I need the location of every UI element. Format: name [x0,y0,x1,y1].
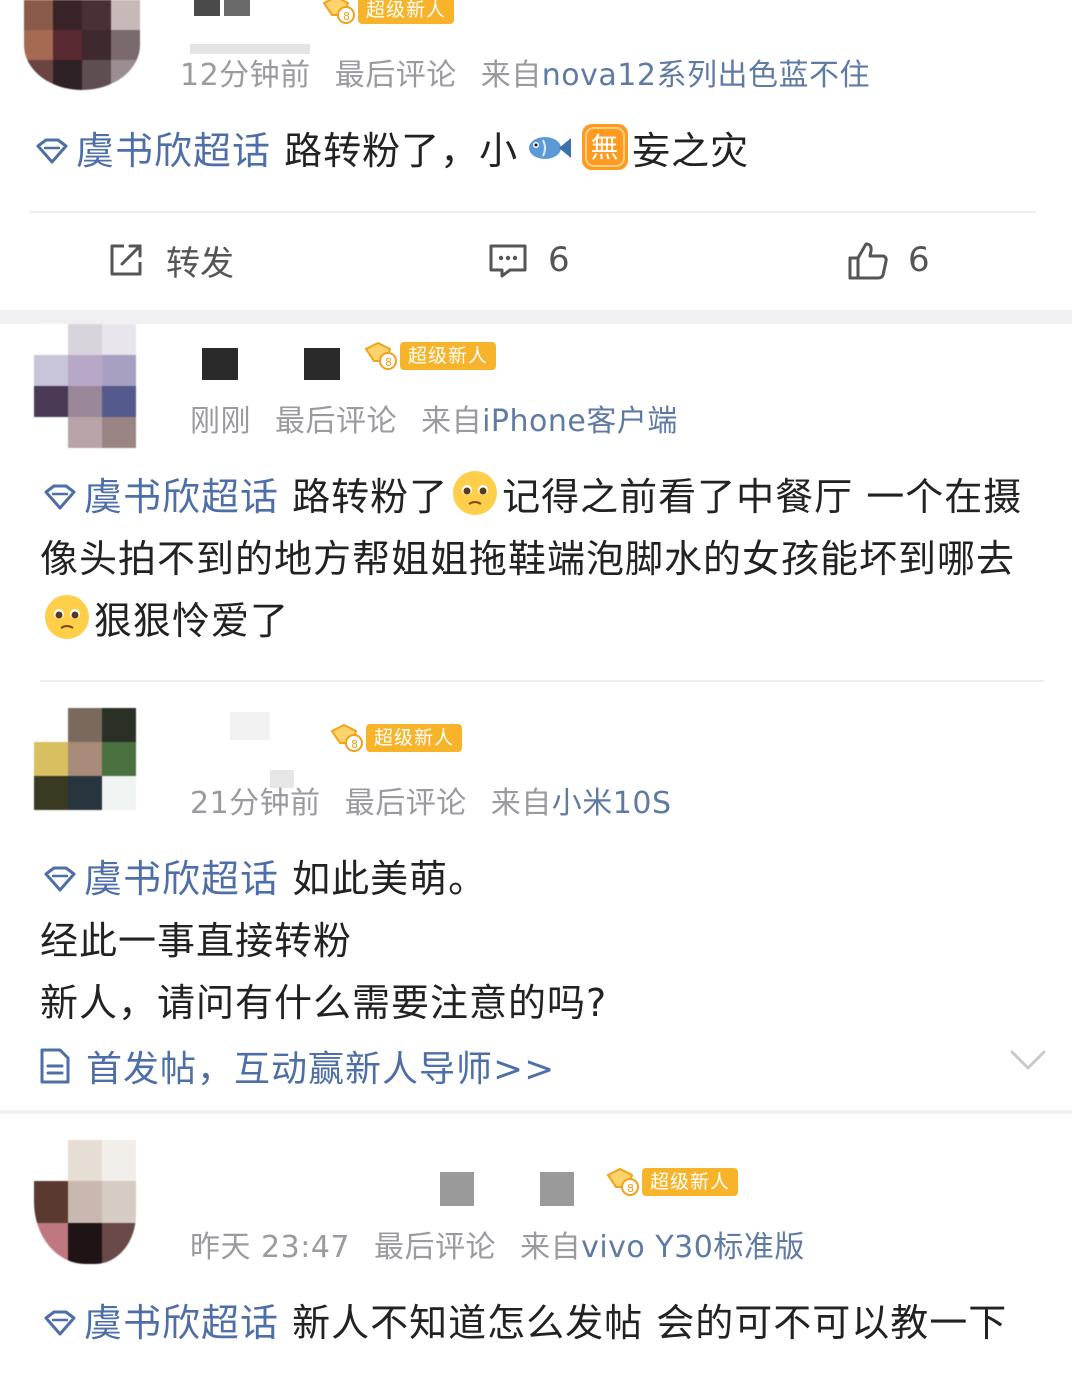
supertopic-link[interactable]: 虞书欣超话 [40,857,279,901]
post-text-part: 新人不知道怎么发帖 会的可不可以教一下 [292,1301,1008,1345]
post-time: 12分钟前 [180,58,311,93]
svg-text:8: 8 [351,738,358,751]
post-text-part: 妄之灾 [632,129,750,173]
like-count: 6 [908,240,930,280]
svg-text:8: 8 [385,356,392,369]
super-newcomer-badge: 8 超级新人 [318,0,455,26]
post-meta: 昨天 23:47 最后评论 来自vivo Y30标准版 [190,1222,805,1266]
post-text-part: 路转粉了 [292,475,449,519]
post-meta: 21分钟前 最后评论 来自小米10S [190,778,672,822]
post-card: 8 超级新人 昨天 23:47 最后评论 来自vivo Y30标准版 虞书欣超话… [0,1114,1080,1393]
like-button[interactable]: 6 [846,232,930,288]
last-comment-label: 最后评论 [374,1230,497,1265]
post-source: iPhone客户端 [482,404,678,439]
post-line: 经此一事直接转粉 [40,919,353,963]
username-obscured[interactable] [440,1172,580,1206]
comment-icon [489,244,527,278]
first-post-link-label: 首发帖，互动赢新人导师>> [86,1049,556,1090]
post-text-part: 如此美萌。 [292,857,488,901]
thumbs-up-icon [848,242,888,280]
supertopic-label: 虞书欣超话 [76,129,272,173]
diamond-icon [36,138,68,164]
last-comment-label: 最后评论 [275,404,398,439]
avatar[interactable] [34,708,136,810]
pleading-face-emoji-icon [453,471,498,515]
supertopic-link[interactable]: 虞书欣超话 [32,129,271,173]
post-time: 昨天 23:47 [190,1230,350,1265]
post-time: 21分钟前 [190,786,321,821]
repost-label: 转发 [166,243,234,284]
post-line: 虞书欣超话 如此美萌。 [40,848,1040,910]
avatar[interactable] [34,1140,136,1264]
username-obscured[interactable] [200,348,350,380]
post-text: 虞书欣超话 如此美萌。 经此一事直接转粉 新人，请问有什么需要注意的吗? [40,848,1040,1034]
badge-label: 超级新人 [358,0,455,24]
fish-emoji-icon [529,137,572,159]
divider [40,680,1044,682]
post-card: 8 超级新人 12分钟前 最后评论 来自nova12系列出色蓝不住 虞书欣超话 … [0,0,1080,310]
post-text: 虞书欣超话 路转粉了 记得之前看了中餐厅 一个在摄像头拍不到的地方帮姐姐拖鞋端泡… [40,466,1040,652]
supertopic-link[interactable]: 虞书欣超话 [40,475,279,519]
svg-text:8: 8 [343,10,350,23]
post-card: 8 超级新人 刚刚 最后评论 来自iPhone客户端 虞书欣超话 路转粉了 记得… [0,324,1080,682]
source-prefix: 来自 [520,1230,582,1265]
last-comment-label: 最后评论 [344,786,467,821]
post-text: 虞书欣超话 新人不知道怎么发帖 会的可不可以教一下 [40,1292,1050,1354]
svg-text:8: 8 [627,1182,634,1195]
post-meta: 刚刚 最后评论 来自iPhone客户端 [190,396,678,440]
repost-button[interactable]: 转发 [104,232,234,288]
super-newcomer-badge: 8 超级新人 [360,340,497,372]
username-obscured[interactable] [230,712,310,788]
source-prefix: 来自 [490,786,552,821]
super-newcomer-badge: 8 超级新人 [602,1166,739,1198]
pleading-face-emoji-icon [45,595,89,639]
first-post-mentor-link[interactable]: 首发帖，互动赢新人导师>> [38,1040,555,1092]
badge-label: 超级新人 [642,1168,739,1196]
share-icon [110,244,142,276]
post-source: nova12系列出色蓝不住 [541,58,870,93]
post-separator [0,310,1072,324]
supertopic-label: 虞书欣超话 [84,1301,280,1345]
newcomer-badge-icon: 8 [330,723,363,752]
post-source: vivo Y30标准版 [581,1230,805,1265]
post-time: 刚刚 [190,404,251,439]
chevron-down-icon[interactable] [1008,1046,1048,1074]
avatar[interactable] [34,324,136,448]
newcomer-badge-icon: 8 [364,341,397,370]
badge-label: 超级新人 [400,342,497,370]
diamond-icon [44,1310,76,1336]
source-prefix: 来自 [421,404,483,439]
wu-character-sticker-icon: 無 [582,124,629,170]
supertopic-link[interactable]: 虞书欣超话 [40,1301,279,1345]
post-meta: 12分钟前 最后评论 来自nova12系列出色蓝不住 [180,50,870,94]
post-line: 新人，请问有什么需要注意的吗? [40,981,608,1025]
badge-label: 超级新人 [366,724,463,752]
supertopic-label: 虞书欣超话 [84,857,280,901]
supertopic-label: 虞书欣超话 [84,475,280,519]
post-text-part: 狠狠怜爱了 [94,599,290,643]
source-prefix: 来自 [480,58,542,93]
super-newcomer-badge: 8 超级新人 [326,722,463,754]
diamond-icon [44,866,76,892]
post-source: 小米10S [551,786,672,821]
newcomer-badge-icon: 8 [322,0,355,24]
last-comment-label: 最后评论 [334,58,457,93]
divider [30,211,1036,213]
post-text-part: 路转粉了，小 [284,129,519,173]
document-icon [40,1048,70,1084]
avatar[interactable] [24,0,140,90]
diamond-icon [44,484,76,510]
post-text: 虞书欣超话 路转粉了，小 無 妄之灾 [32,120,1032,182]
comment-count: 6 [548,240,570,280]
newcomer-badge-icon: 8 [606,1167,639,1196]
comment-button[interactable]: 6 [486,232,570,288]
svg-text:無: 無 [591,131,620,164]
